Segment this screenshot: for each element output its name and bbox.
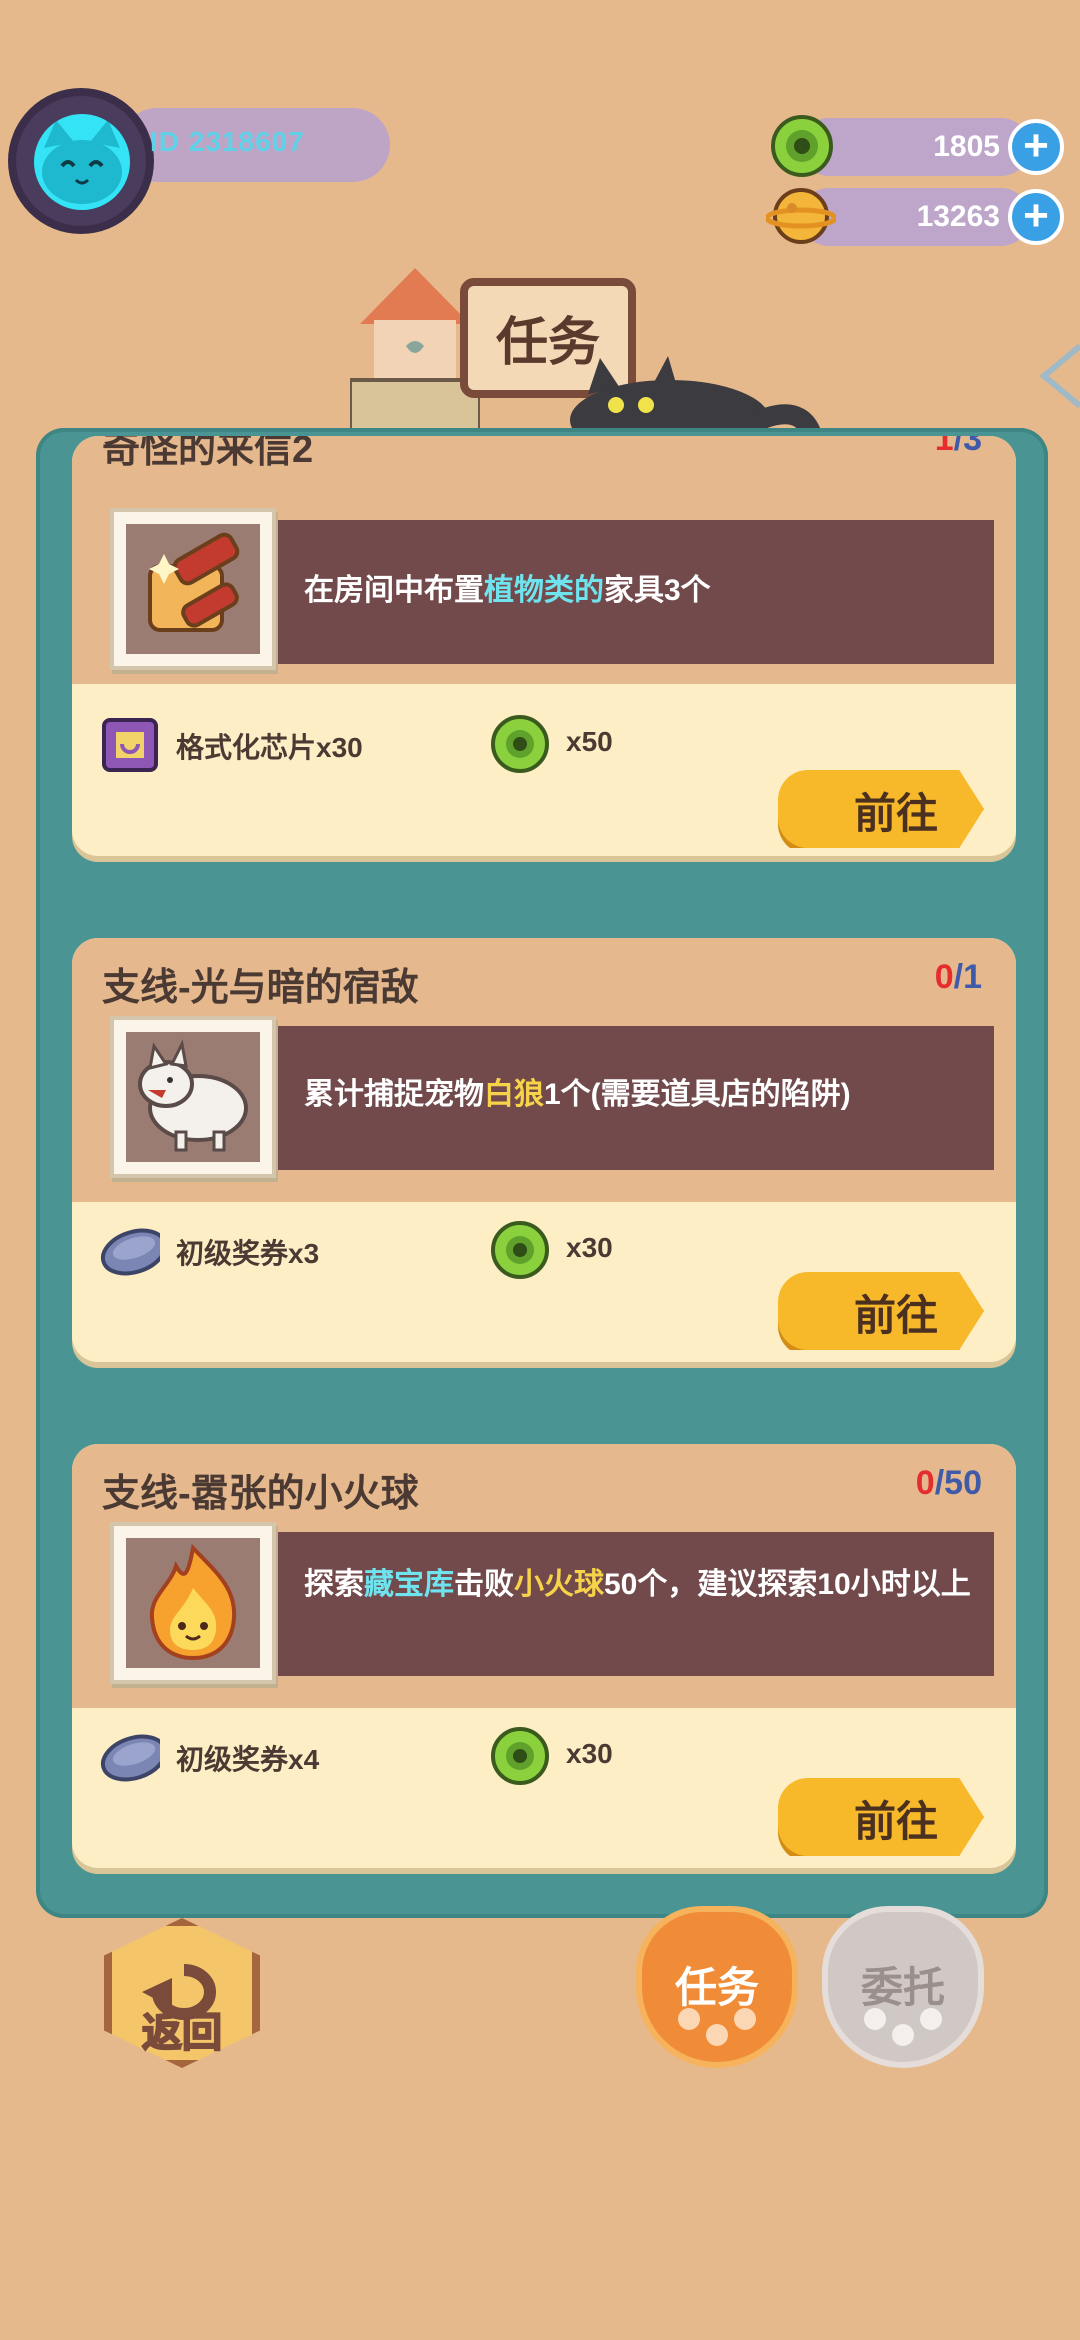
go-button-label[interactable]: 前往 xyxy=(854,780,938,841)
desc-text: 在房间中布置 xyxy=(304,574,484,607)
progress-sep: / xyxy=(934,1464,945,1502)
desc-highlight: 植物类的 xyxy=(484,574,604,607)
ticket-icon xyxy=(100,1228,160,1276)
desc-text: 探索 xyxy=(304,1568,364,1601)
white-wolf-icon xyxy=(138,1039,248,1152)
quest-title: 支线-嚣张的小火球 xyxy=(102,1473,419,1515)
player-id: ID 2318607 xyxy=(150,126,305,157)
desc-text: 击败 xyxy=(454,1568,514,1601)
progress-current: 0 xyxy=(934,958,954,996)
go-button-label[interactable]: 前往 xyxy=(854,1282,938,1343)
paint-roller-icon xyxy=(148,532,240,632)
progress-current: 0 xyxy=(915,1464,935,1502)
go-button-label[interactable]: 前往 xyxy=(854,1788,938,1849)
ticket-icon xyxy=(100,1734,160,1782)
quest-progress: 1/3 xyxy=(935,436,982,459)
desc-highlight: 小火球 xyxy=(514,1568,604,1601)
quest-card: 支线-光与暗的宿敌 0/1 累计捕捉宠物白狼1个(需要道具店的陷阱) 初级奖券x… xyxy=(72,938,1016,1362)
quest-image-frame xyxy=(110,1016,276,1178)
desc-text: 50个，建议探索10小时以上 xyxy=(604,1568,971,1601)
green-coin-icon xyxy=(491,715,549,773)
quest-title: 支线-光与暗的宿敌 xyxy=(102,967,419,1009)
add-gold-currency-button[interactable]: + xyxy=(1008,189,1064,245)
tab-commission-label[interactable]: 委托 xyxy=(823,1954,983,2015)
reward-amount: x50 xyxy=(566,726,613,757)
green-coin-icon xyxy=(491,1727,549,1785)
quest-image-frame xyxy=(110,1522,276,1684)
quest-card: 奇怪的来信2 1/3 在房间中布置植物类的家具3个 格式化芯片x30 x50 前… xyxy=(72,436,1016,856)
progress-sep: / xyxy=(953,436,964,458)
quest-progress: 0/50 xyxy=(916,1464,982,1503)
desc-highlight: 藏宝库 xyxy=(364,1568,454,1601)
green-currency-value: 1805 xyxy=(933,130,1000,163)
progress-max: 50 xyxy=(944,1464,982,1502)
tab-tasks-label[interactable]: 任务 xyxy=(637,1954,797,2015)
progress-current: 1 xyxy=(934,436,954,458)
quest-image-bg xyxy=(126,1032,260,1162)
desc-text: 家具3个 xyxy=(604,574,711,607)
gold-currency-value: 13263 xyxy=(916,200,1000,233)
green-coin-icon xyxy=(491,1221,549,1279)
quest-description: 探索藏宝库击败小火球50个，建议探索10小时以上 xyxy=(304,1568,984,1602)
reward-amount: x30 xyxy=(566,1738,613,1769)
quest-image-frame xyxy=(110,508,276,670)
progress-sep: / xyxy=(953,958,964,996)
progress-max: 3 xyxy=(963,436,982,458)
desc-text: 1个(需要道具店的陷阱) xyxy=(544,1078,851,1111)
quest-description-band xyxy=(212,1532,994,1676)
side-tab-icon[interactable] xyxy=(1030,336,1080,416)
format-chip-icon xyxy=(102,718,158,772)
desc-text: 累计捕捉宠物 xyxy=(304,1078,484,1111)
quest-description: 在房间中布置植物类的家具3个 xyxy=(304,574,984,608)
paw-toe xyxy=(706,2024,728,2046)
paw-toe xyxy=(892,2024,914,2046)
avatar[interactable] xyxy=(34,114,130,210)
quest-image-bg xyxy=(126,524,260,654)
progress-max: 1 xyxy=(963,958,982,996)
quest-card: 支线-嚣张的小火球 0/50 探索藏宝库击败小火球50个，建议探索10小时以上 … xyxy=(72,1444,1016,1868)
cat-face-icon xyxy=(42,120,122,204)
quest-description: 累计捕捉宠物白狼1个(需要道具店的陷阱) xyxy=(304,1078,984,1112)
fireball-icon xyxy=(149,1543,237,1661)
add-green-currency-button[interactable]: + xyxy=(1008,119,1064,175)
quest-image-bg xyxy=(126,1538,260,1668)
quest-progress: 0/1 xyxy=(935,958,982,997)
reward-amount: x30 xyxy=(566,1232,613,1263)
back-label[interactable]: 返回 xyxy=(104,2000,260,2058)
reward-label: 格式化芯片x30 xyxy=(176,732,363,763)
reward-label: 初级奖券x4 xyxy=(176,1744,320,1775)
reward-label: 初级奖券x3 xyxy=(176,1238,320,1269)
desc-highlight: 白狼 xyxy=(484,1078,544,1111)
quest-title: 奇怪的来信2 xyxy=(102,436,314,471)
